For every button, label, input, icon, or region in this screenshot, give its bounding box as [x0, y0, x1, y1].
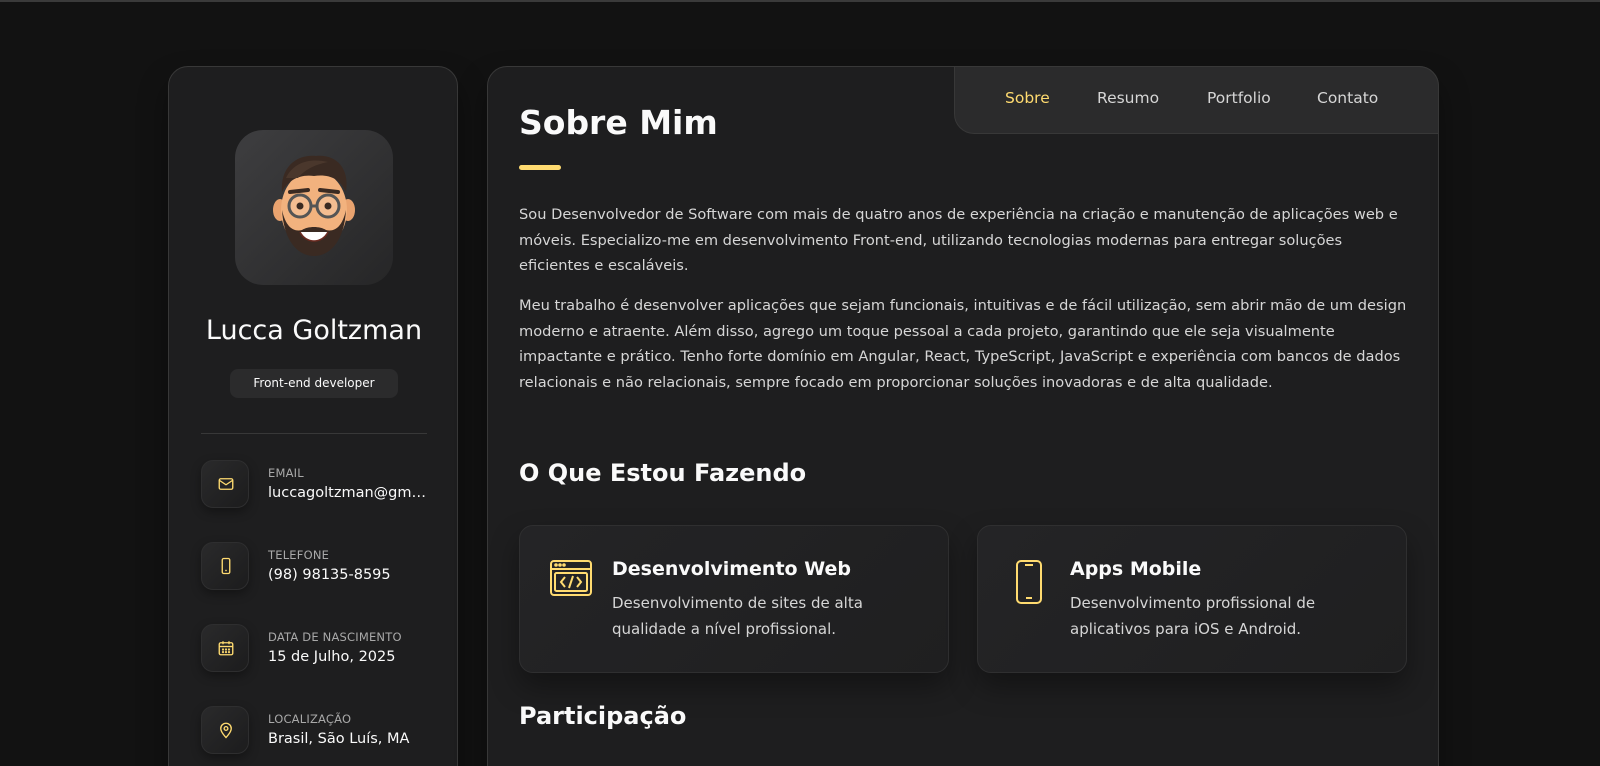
about-paragraph-1: Sou Desenvolvedor de Software com mais d…: [519, 206, 1398, 274]
contact-phone-value[interactable]: (98) 98135-8595: [268, 567, 428, 583]
location-icon: [220, 722, 232, 739]
nav-resumo[interactable]: Resumo: [1097, 89, 1159, 107]
mail-icon: [218, 478, 234, 490]
mail-icon-box: [201, 460, 249, 508]
main-content: Sobre Resumo Portfolio Contato Sobre Mim…: [487, 66, 1439, 766]
contact-location-value: Brasil, São Luís, MA: [268, 731, 410, 747]
phone-icon-box: [201, 542, 249, 590]
contact-location: LOCALIZAÇÃO Brasil, São Luís, MA: [201, 706, 441, 756]
service-web-text: Desenvolvimento de sites de alta qualida…: [612, 594, 863, 638]
about-paragraph-2: Meu trabalho é desenvolver aplicações qu…: [519, 297, 1407, 391]
page-title: Sobre Mim: [519, 103, 718, 142]
smartphone-icon: [1016, 560, 1042, 604]
nav-sobre[interactable]: Sobre: [1005, 89, 1050, 107]
window-top-border: [0, 0, 1600, 2]
service-card-mobile: Apps Mobile Desenvolvimento profissional…: [977, 525, 1407, 673]
service-mobile-title: Apps Mobile: [1070, 558, 1202, 580]
services-title: O Que Estou Fazendo: [519, 459, 807, 487]
contact-birthday: DATA DE NASCIMENTO 15 de Julho, 2025: [201, 624, 441, 674]
profile-sidebar: Lucca Goltzman Front-end developer EMAIL…: [168, 66, 458, 766]
service-web-title: Desenvolvimento Web: [612, 558, 851, 580]
contact-phone-title: TELEFONE: [268, 548, 330, 562]
code-window-icon: [550, 560, 592, 596]
role-badge: Front-end developer: [230, 369, 398, 398]
contact-phone[interactable]: TELEFONE (98) 98135-8595: [201, 542, 441, 592]
title-underline: [519, 165, 561, 170]
service-card-web: Desenvolvimento Web Desenvolvimento de s…: [519, 525, 949, 673]
contact-birthday-title: DATA DE NASCIMENTO: [268, 630, 402, 644]
nav-portfolio[interactable]: Portfolio: [1207, 89, 1271, 107]
service-mobile-text: Desenvolvimento profissional de aplicati…: [1070, 594, 1316, 638]
contact-email[interactable]: EMAIL luccagoltzman@gmail.com: [201, 460, 441, 510]
location-icon-box: [201, 706, 249, 754]
contact-location-title: LOCALIZAÇÃO: [268, 712, 352, 726]
profile-name: Lucca Goltzman: [205, 315, 423, 346]
contact-birthday-value: 15 de Julho, 2025: [268, 649, 396, 665]
calendar-icon-box: [201, 624, 249, 672]
sidebar-separator: [201, 433, 427, 434]
nav-contato[interactable]: Contato: [1317, 89, 1378, 107]
contact-email-value[interactable]: luccagoltzman@gmail.com: [268, 485, 428, 501]
calendar-icon: [218, 641, 234, 656]
contact-email-title: EMAIL: [268, 466, 304, 480]
avatar: [235, 130, 393, 285]
top-navbar: Sobre Resumo Portfolio Contato: [954, 66, 1439, 134]
memoji-avatar-icon: [273, 155, 355, 256]
participation-title: Participação: [519, 702, 687, 730]
phone-icon: [221, 557, 231, 575]
